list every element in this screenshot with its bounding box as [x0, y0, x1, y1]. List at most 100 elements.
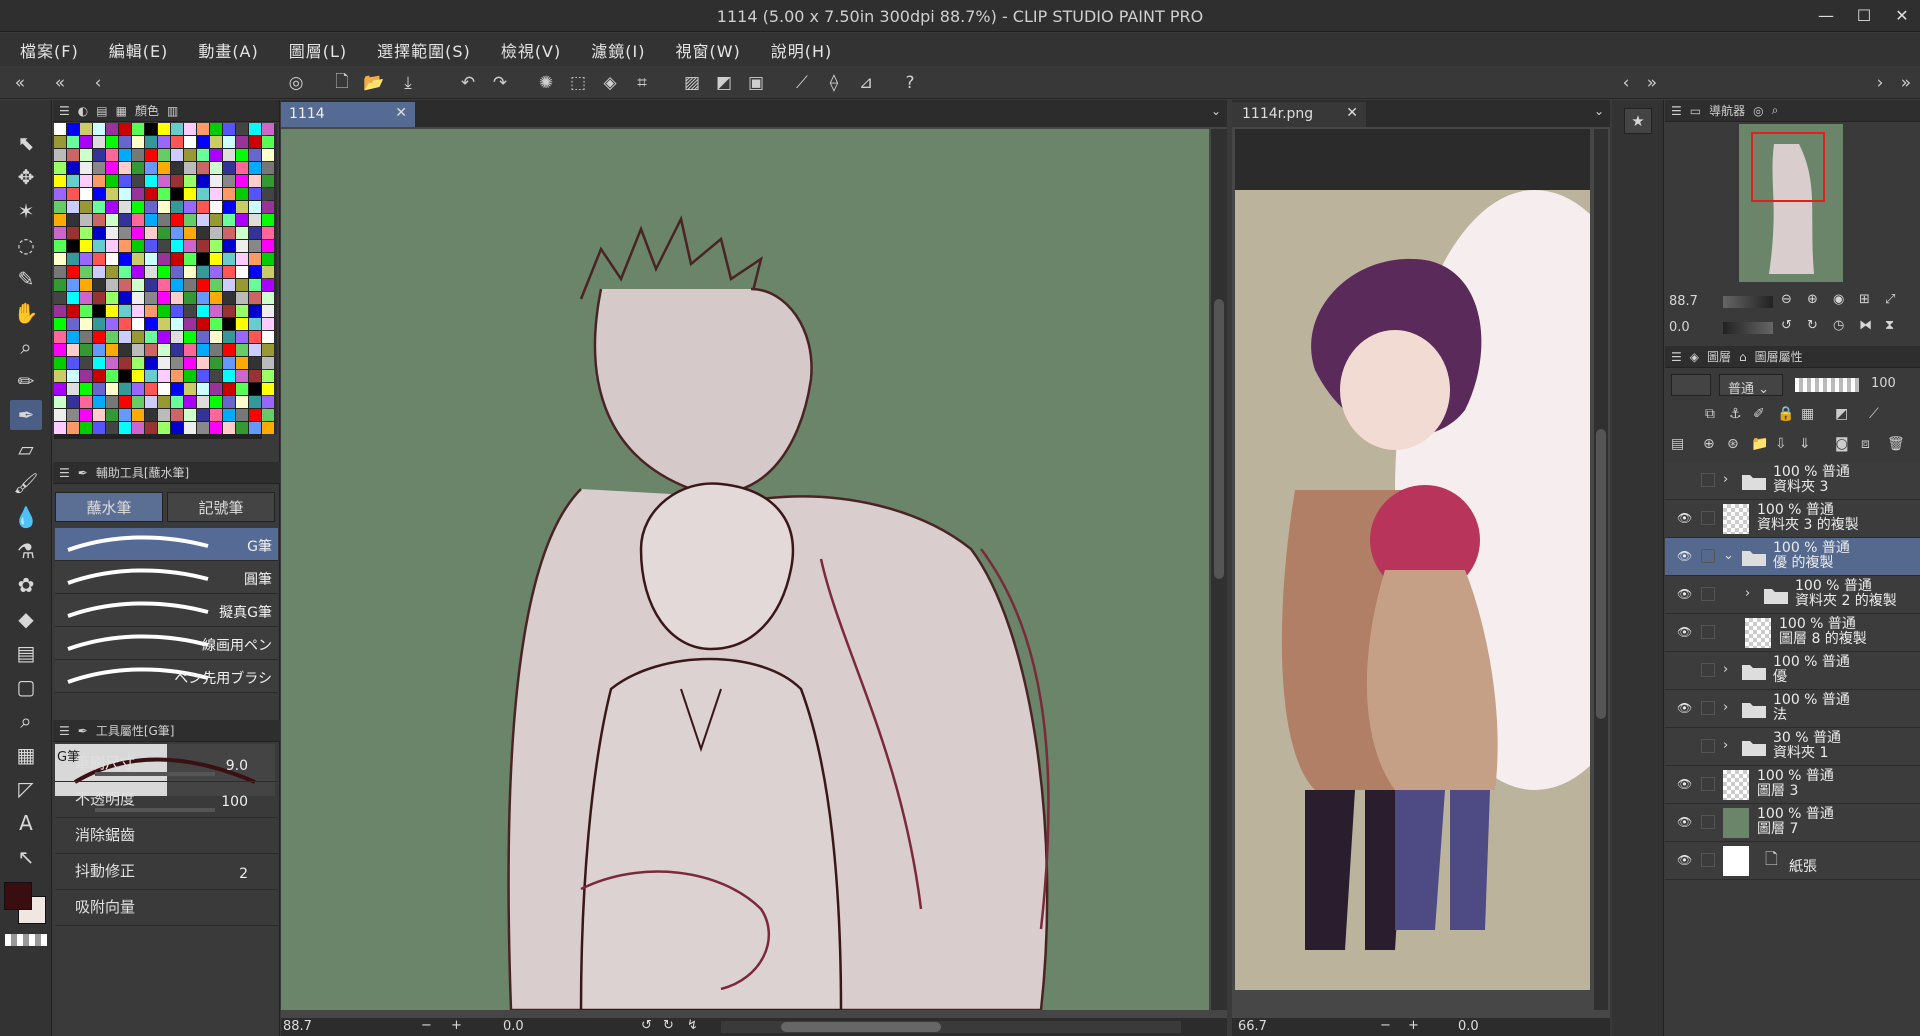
- new-file-icon[interactable]: 🗋: [330, 71, 354, 95]
- color-swatch[interactable]: [223, 331, 235, 343]
- color-swatch[interactable]: [262, 344, 274, 356]
- color-swatch[interactable]: [54, 136, 66, 148]
- color-swatch[interactable]: [80, 149, 92, 161]
- visibility-eye-icon[interactable]: 👁: [1677, 701, 1692, 715]
- color-swatch[interactable]: [54, 305, 66, 317]
- color-swatch[interactable]: [54, 357, 66, 369]
- color-swatch[interactable]: [184, 201, 196, 213]
- layer-row[interactable]: 👁 › 100 % 普通 資料夾 2 的複製: [1665, 576, 1920, 614]
- brush-item[interactable]: G筆: [55, 528, 278, 561]
- color-swatch[interactable]: [80, 214, 92, 226]
- color-swatch[interactable]: [197, 370, 209, 382]
- navigator-tab-icon[interactable]: ▭: [1690, 104, 1701, 118]
- zoom-icon[interactable]: ⌕: [10, 332, 42, 362]
- zoom-value[interactable]: 88.7: [283, 1019, 312, 1034]
- color-swatch[interactable]: [184, 279, 196, 291]
- color-swatch[interactable]: [223, 136, 235, 148]
- color-swatch[interactable]: [171, 279, 183, 291]
- color-swatch[interactable]: [80, 292, 92, 304]
- collapse-left-icon[interactable]: «: [8, 71, 32, 95]
- color-swatch[interactable]: [132, 266, 144, 278]
- property-value[interactable]: 9.0: [226, 758, 248, 774]
- color-swatch[interactable]: [210, 201, 222, 213]
- draft-icon[interactable]: ✐: [1753, 406, 1765, 422]
- color-swatch[interactable]: [223, 370, 235, 382]
- main-color-swatch[interactable]: [4, 882, 32, 910]
- color-swatch[interactable]: [249, 396, 261, 408]
- folder-expand-icon[interactable]: ›: [1723, 662, 1728, 677]
- material-icon[interactable]: ★: [1624, 108, 1652, 134]
- color-swatch[interactable]: [132, 305, 144, 317]
- eraser-icon[interactable]: ▱: [10, 434, 42, 464]
- color-swatch[interactable]: [184, 292, 196, 304]
- color-swatch[interactable]: [145, 370, 157, 382]
- color-swatch[interactable]: [158, 409, 170, 421]
- color-swatch[interactable]: [262, 253, 274, 265]
- help-icon[interactable]: ?: [898, 71, 922, 95]
- pencil-icon[interactable]: ✏: [10, 366, 42, 396]
- actual-size-icon[interactable]: ◉: [1833, 292, 1844, 307]
- color-swatch[interactable]: [119, 279, 131, 291]
- color-swatch[interactable]: [93, 175, 105, 187]
- color-swatch[interactable]: [158, 396, 170, 408]
- color-swatch[interactable]: [236, 214, 248, 226]
- snap-ruler-icon[interactable]: ⟠: [822, 71, 846, 95]
- color-swatch[interactable]: [67, 344, 79, 356]
- color-swatch[interactable]: [67, 331, 79, 343]
- color-swatch[interactable]: [171, 318, 183, 330]
- color-swatch[interactable]: [171, 123, 183, 135]
- color-swatch[interactable]: [171, 422, 183, 434]
- color-swatch[interactable]: [67, 409, 79, 421]
- color-swatch[interactable]: [145, 279, 157, 291]
- color-swatch[interactable]: [210, 175, 222, 187]
- color-swatch[interactable]: [93, 344, 105, 356]
- color-swatch[interactable]: [210, 409, 222, 421]
- reference-vscrollbar[interactable]: [1594, 129, 1608, 1010]
- color-swatch[interactable]: [210, 331, 222, 343]
- color-swatch[interactable]: [93, 214, 105, 226]
- color-swatch[interactable]: [119, 344, 131, 356]
- color-swatch[interactable]: [223, 175, 235, 187]
- color-swatch[interactable]: [158, 175, 170, 187]
- color-swatch[interactable]: [67, 240, 79, 252]
- color-swatch[interactable]: [171, 149, 183, 161]
- color-swatch[interactable]: [171, 396, 183, 408]
- color-swatch[interactable]: [262, 136, 274, 148]
- color-swatch[interactable]: [184, 123, 196, 135]
- color-swatch[interactable]: [184, 162, 196, 174]
- color-swatch[interactable]: [158, 305, 170, 317]
- color-swatch[interactable]: [80, 344, 92, 356]
- color-swatch[interactable]: [249, 149, 261, 161]
- layer-row[interactable]: 👁 100 % 普通 圖層 3: [1665, 766, 1920, 804]
- layer-row[interactable]: 👁 100 % 普通 圖層 8 的複製: [1665, 614, 1920, 652]
- blend-icon[interactable]: 💧: [10, 502, 42, 532]
- color-swatch[interactable]: [80, 136, 92, 148]
- layer-lock-checkbox[interactable]: [1701, 777, 1715, 791]
- color-swatch[interactable]: [132, 318, 144, 330]
- color-swatch[interactable]: [184, 149, 196, 161]
- menu-icon[interactable]: ☰: [59, 104, 70, 118]
- collapse-icon[interactable]: «: [48, 71, 72, 95]
- color-swatch[interactable]: [197, 318, 209, 330]
- open-file-icon[interactable]: 📂: [362, 71, 386, 95]
- color-swatch[interactable]: [158, 370, 170, 382]
- clip-icon[interactable]: ⧉: [1705, 406, 1715, 422]
- color-swatch[interactable]: [132, 201, 144, 213]
- color-swatch[interactable]: [249, 279, 261, 291]
- color-swatch[interactable]: [67, 227, 79, 239]
- color-swatch[interactable]: [171, 227, 183, 239]
- color-swatch[interactable]: [236, 292, 248, 304]
- color-swatch[interactable]: [54, 188, 66, 200]
- color-swatch[interactable]: [54, 162, 66, 174]
- collapse-right-icon-2[interactable]: »: [1894, 71, 1918, 95]
- color-swatch[interactable]: [106, 136, 118, 148]
- color-swatch[interactable]: [80, 422, 92, 434]
- color-swatch[interactable]: [119, 188, 131, 200]
- color-swatch[interactable]: [145, 201, 157, 213]
- color-swatch[interactable]: [197, 383, 209, 395]
- lock-transparent-icon[interactable]: ▦: [1801, 406, 1814, 422]
- color-swatch[interactable]: [119, 149, 131, 161]
- color-swatch[interactable]: [223, 188, 235, 200]
- color-swatch[interactable]: [54, 266, 66, 278]
- blend-mode-dropdown[interactable]: 普通 ⌄: [1719, 374, 1783, 397]
